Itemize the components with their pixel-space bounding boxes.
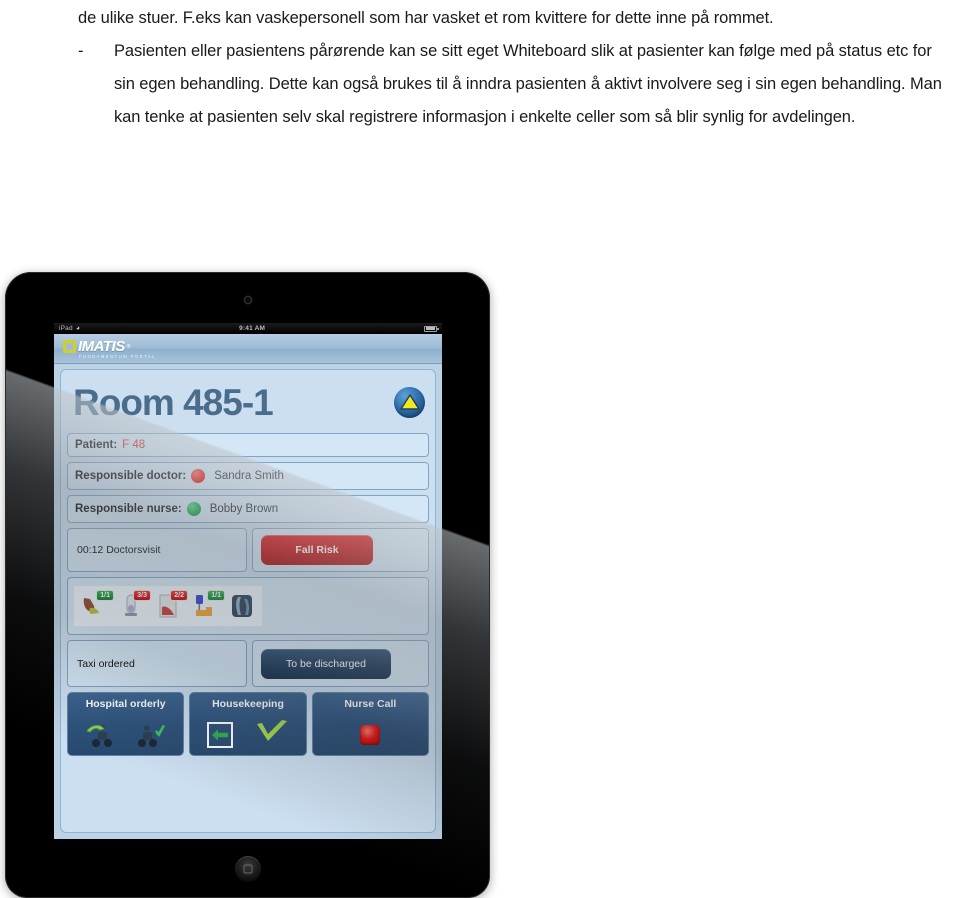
logo-wordmark: IMATIS [78,338,125,355]
green-left-arrow-icon[interactable] [207,721,234,748]
to-be-discharged-button[interactable]: To be discharged [261,648,391,679]
tablet-device: iPad ◕ 9:41 AM IMATIS ® FUNDAMENTUM PORT… [5,272,490,898]
page-title: Room 485-1 [73,381,274,423]
battery-icon [424,325,439,332]
hospital-orderly-button[interactable]: Hospital orderly [67,692,185,756]
responsible-nurse-label: Responsible nurse: [75,503,182,515]
responsible-doctor-name: Sandra Smith [214,470,284,482]
carrier-label: iPad [59,325,73,332]
iv-drip-icon[interactable]: 1/1 [190,590,225,621]
fall-risk-button[interactable]: Fall Risk [261,535,373,565]
nurse-call-icons [313,714,428,755]
status-bar-time: 9:41 AM [239,325,266,332]
test-tube-icon[interactable]: 3/3 [116,590,151,621]
paragraph-1: de ulike stuer. F.eks kan vaskepersonell… [78,9,774,27]
porter-check-icon[interactable] [136,722,166,748]
liver-organ-icon[interactable]: 1/1 [79,590,114,621]
nurse-call-label: Nurse Call [344,698,397,710]
housekeeping-label: Housekeeping [212,698,284,710]
responsible-doctor-row[interactable]: Responsible doctor: Sandra Smith [67,462,429,490]
taxi-ordered-cell[interactable]: Taxi ordered [67,640,247,687]
app-header: IMATIS ® FUNDAMENTUM PORTAL [54,334,442,364]
patient-label: Patient: [75,439,118,451]
service-actions-row: Hospital orderly Housekeeping Nurse Call [67,692,429,756]
nurse-status-dot-icon [186,502,201,516]
discharge-cell: To be discharged [252,640,429,687]
front-camera-icon [245,297,251,303]
doctorsvisit-cell[interactable]: 00:12 Doctorsvisit [67,528,247,572]
home-button[interactable] [234,856,261,882]
whiteboard-content: Room 485-1 Patient: F 48 Responsible doc… [60,369,436,833]
responsible-nurse-name: Bobby Brown [209,503,279,515]
medical-icons-strip: 1/1 3/3 2/2 1/1 [67,577,429,635]
tablet-screen: iPad ◕ 9:41 AM IMATIS ® FUNDAMENTUM PORT… [54,323,442,839]
blood-chart-badge: 2/2 [170,590,188,601]
doctor-status-dot-icon [191,469,206,483]
home-square-icon [243,864,252,874]
liver-badge: 1/1 [96,590,114,601]
status-bar-right [424,325,439,332]
status-bar-left: iPad ◕ [59,325,80,332]
housekeeping-icons [190,714,305,755]
hospital-orderly-icons [68,714,183,755]
bullet-marker: - [78,42,84,60]
hospital-orderly-label: Hospital orderly [85,698,166,710]
blood-chart-icon[interactable]: 2/2 [153,590,188,621]
paragraph-2: Pasienten eller pasientens pårørende kan… [114,42,942,126]
bullet-paragraph: - Pasienten eller pasientens pårørende k… [78,35,946,134]
nurse-call-button[interactable]: Nurse Call [311,692,429,756]
taxi-ordered-label: Taxi ordered [77,657,135,670]
room-title-row: Room 485-1 [67,376,429,428]
patient-value: F 48 [122,439,146,451]
patient-row[interactable]: Patient: F 48 [67,433,429,457]
logo-subtitle: FUNDAMENTUM PORTAL [79,354,156,359]
housekeeping-button[interactable]: Housekeeping [189,692,307,756]
responsible-doctor-label: Responsible doctor: [75,470,187,482]
taxi-discharge-row: Taxi ordered To be discharged [67,640,429,687]
iv-drip-badge: 1/1 [207,590,225,601]
imatis-logo: IMATIS ® FUNDAMENTUM PORTAL [63,338,156,359]
porter-arrow-icon[interactable] [85,722,115,748]
fallrisk-cell: Fall Risk [252,528,429,572]
xray-image-icon[interactable] [227,591,257,621]
medical-icons-inner: 1/1 3/3 2/2 1/1 [74,586,262,626]
ios-status-bar: iPad ◕ 9:41 AM [54,323,442,334]
test-tube-badge: 3/3 [133,590,151,601]
logo-row: IMATIS ® [63,338,156,355]
nurse-call-red-button-icon[interactable] [360,724,381,745]
doctorsvisit-label: 00:12 Doctorsvisit [77,544,161,556]
responsible-nurse-row[interactable]: Responsible nurse: Bobby Brown [67,495,429,523]
triangle-up-icon[interactable] [394,386,425,418]
imatis-logo-mark-icon [63,340,76,353]
registered-trademark-icon: ® [126,343,131,350]
document-text-block: de ulike stuer. F.eks kan vaskepersonell… [78,2,946,134]
visit-fallrisk-row: 00:12 Doctorsvisit Fall Risk [67,528,429,572]
green-check-icon[interactable] [255,719,289,750]
